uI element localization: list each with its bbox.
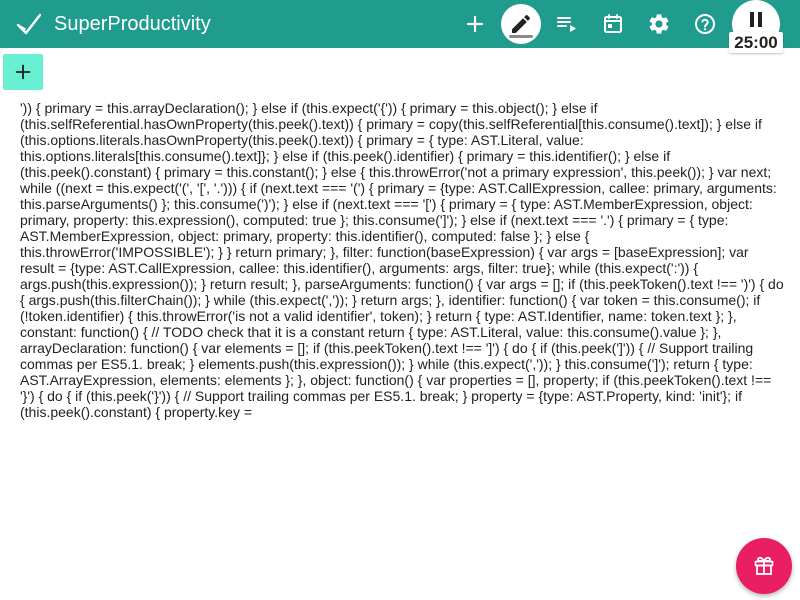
add-task-toolbar-button[interactable]	[455, 4, 495, 44]
check-logo-icon	[16, 13, 42, 35]
pasted-code-text: ')) { primary = this.arrayDeclaration();…	[20, 100, 784, 420]
pencil-icon	[512, 14, 531, 34]
gift-fab-button[interactable]	[736, 538, 792, 594]
help-button[interactable]	[685, 4, 725, 44]
pomodoro-timer: 25:00	[729, 32, 783, 53]
gift-icon	[754, 556, 774, 575]
edit-button[interactable]	[501, 4, 541, 44]
schedule-button[interactable]	[593, 4, 633, 44]
playlist-icon	[557, 17, 576, 32]
plus-icon	[15, 64, 31, 80]
add-task-button[interactable]	[3, 54, 43, 90]
app-title[interactable]: SuperProductivity	[54, 12, 211, 36]
help-icon	[695, 14, 715, 34]
plus-icon	[466, 15, 484, 33]
gear-icon	[649, 14, 669, 34]
top-toolbar: SuperProductivity 25:00	[0, 0, 800, 53]
work-view-button[interactable]	[547, 4, 587, 44]
calendar-icon	[604, 14, 622, 33]
settings-button[interactable]	[639, 4, 679, 44]
pause-icon	[750, 12, 762, 27]
